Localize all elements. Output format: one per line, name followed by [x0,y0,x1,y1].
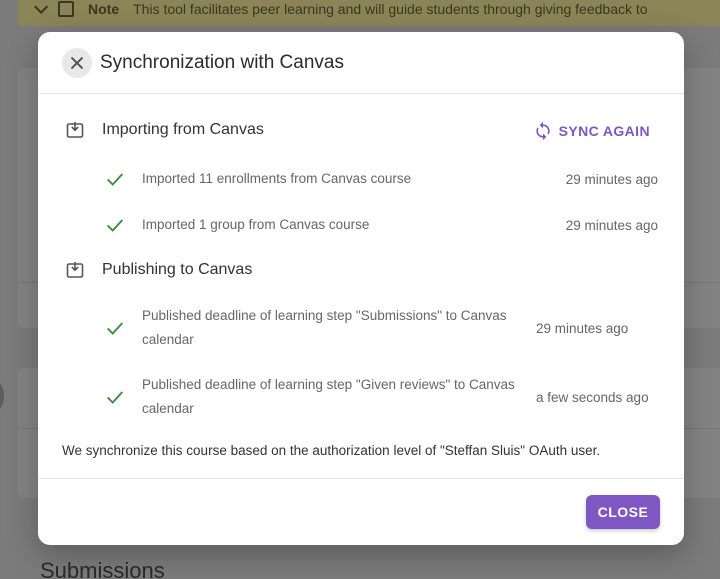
dialog-header: Synchronization with Canvas [38,32,684,94]
item-text: Imported 1 group from Canvas course [142,217,370,232]
section-publishing: Publishing to Canvas [66,261,252,279]
check-icon [107,173,124,186]
sync-dialog: Synchronization with Canvas Importing fr… [38,32,684,545]
sync-again-label: SYNC AGAIN [558,123,650,139]
item-text: Imported 11 enrollments from Canvas cour… [142,171,412,186]
close-icon[interactable] [62,47,92,78]
list-item: Imported 1 group from Canvas course 29 m… [104,213,658,237]
note-banner: Note This tool facilitates peer learning… [18,0,720,26]
check-icon [107,219,124,232]
note-icon [58,1,74,17]
footer-divider [38,478,684,479]
close-button[interactable]: CLOSE [586,495,660,529]
item-time: a few seconds ago [536,389,649,405]
item-time: 29 minutes ago [565,217,658,233]
import-icon [66,262,84,278]
background-heading: Submissions [40,558,165,579]
item-text: Published deadline of learning step "Sub… [142,308,507,347]
import-icon [66,122,84,138]
list-item: Imported 11 enrollments from Canvas cour… [104,167,658,191]
list-item: Published deadline of learning step "Giv… [104,373,658,421]
dialog-title: Synchronization with Canvas [100,51,344,73]
list-item: Published deadline of learning step "Sub… [104,304,658,352]
item-time: 29 minutes ago [565,171,658,187]
background-avatar [0,382,4,410]
note-text: This tool facilitates peer learning and … [133,1,648,17]
sync-again-button[interactable]: SYNC AGAIN [533,121,650,141]
chevron-down-icon [34,0,49,14]
note-label: Note [88,1,120,17]
authorization-note: We synchronize this course based on the … [62,443,601,458]
check-icon [107,322,124,335]
section-title: Publishing to Canvas [102,261,253,278]
item-text: Published deadline of learning step "Giv… [142,377,515,416]
item-time: 29 minutes ago [536,320,629,336]
check-icon [107,391,124,404]
section-title: Importing from Canvas [102,121,264,138]
sync-icon [535,121,550,141]
section-importing: Importing from Canvas [66,121,264,139]
